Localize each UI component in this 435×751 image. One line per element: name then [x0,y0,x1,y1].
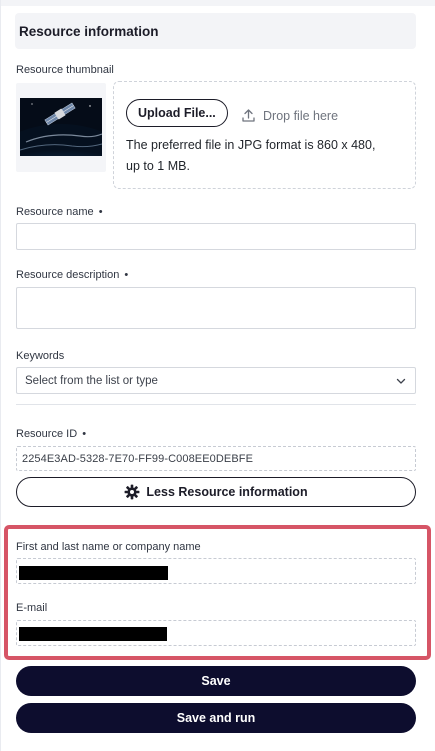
resource-description-label-text: Resource description [16,269,120,281]
resource-name-input[interactable] [16,223,416,250]
resource-form-page: Resource information Resource thumbnail [0,0,435,751]
email-label: E-mail [16,602,48,614]
required-marker: • [82,428,87,440]
keywords-placeholder: Select from the list or type [25,374,158,387]
resource-id-value: 2254E3AD-5328-7E70-FF99-C008EE0DEBFE [22,452,254,465]
resource-description-textarea[interactable] [16,287,416,329]
upload-icon [242,109,255,122]
drop-hint: Drop file here [241,108,338,123]
satellite-thumbnail-image [20,98,102,156]
drop-hint-text: Drop file here [263,108,339,123]
chevron-down-icon[interactable] [395,375,407,387]
section-title: Resource information [19,23,159,39]
save-button[interactable]: Save [16,666,416,696]
resource-description-label: Resource description • [16,269,128,281]
section-header: Resource information [15,13,416,49]
email-input[interactable] [16,620,416,646]
upload-file-button[interactable]: Upload File... [126,99,228,127]
top-divider [0,0,435,6]
redacted-name [19,566,168,580]
thumbnail-preview [16,83,106,172]
thumbnail-label: Resource thumbnail [16,64,114,76]
keywords-select[interactable]: Select from the list or type [16,367,416,394]
keywords-label: Keywords [16,350,65,362]
gear-icon [125,484,140,500]
divider [16,404,416,405]
upload-note-line2: up to 1 MB. [126,159,190,173]
less-resource-information-label: Less Resource information [146,485,308,499]
redacted-email [19,627,167,641]
required-marker: • [124,269,129,281]
required-marker: • [98,206,103,218]
upload-requirements: The preferred file in JPG format is 860 … [126,135,406,177]
resource-name-label-text: Resource name [16,206,94,218]
resource-name-label: Resource name • [16,206,103,218]
resource-id-field: 2254E3AD-5328-7E70-FF99-C008EE0DEBFE [16,446,416,471]
contact-name-input[interactable] [16,558,416,584]
upload-note-line1: The preferred file in JPG format is 860 … [126,138,376,152]
less-resource-information-button[interactable]: Less Resource information [16,477,416,507]
resource-id-label-text: Resource ID [16,428,78,440]
left-divider [0,0,1,751]
resource-id-label: Resource ID • [16,428,86,440]
save-and-run-button[interactable]: Save and run [16,703,416,733]
file-dropzone[interactable]: Upload File... Drop file here The prefer… [113,81,416,189]
contact-name-label: First and last name or company name [16,541,201,553]
